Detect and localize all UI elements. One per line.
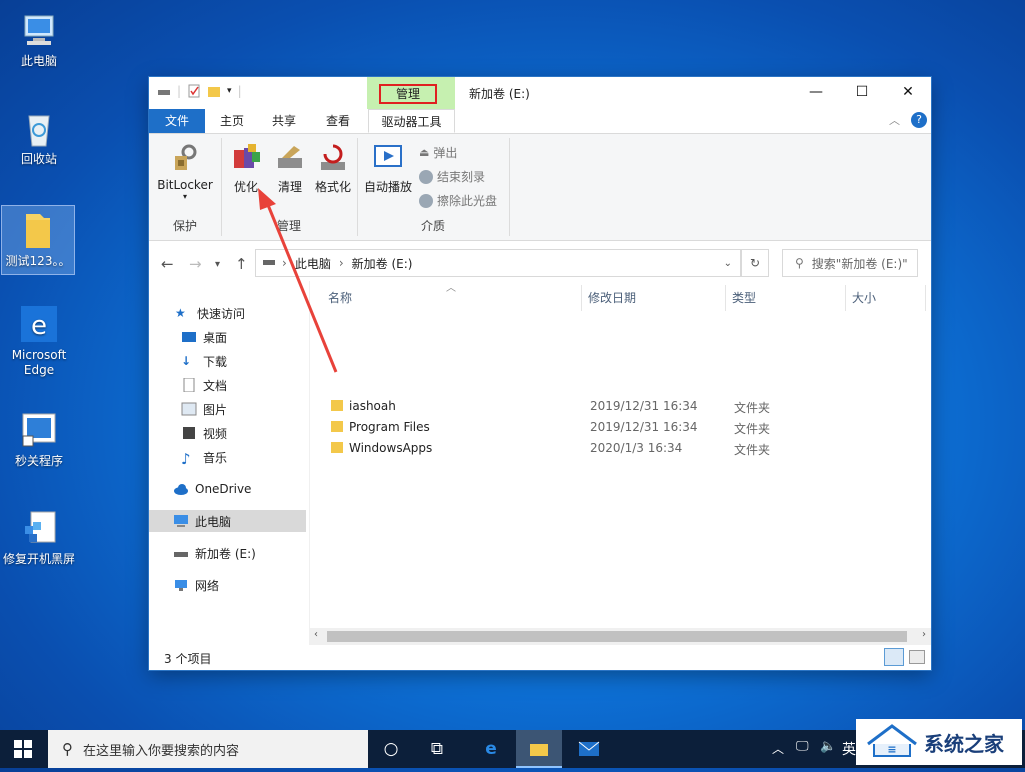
svg-text:≡: ≡: [887, 743, 896, 756]
network-tray-icon[interactable]: 🖵: [796, 739, 809, 754]
ime-indicator[interactable]: 英: [842, 739, 856, 759]
taskbar-search-box[interactable]: ⚲ 在这里输入你要搜索的内容: [48, 730, 368, 768]
watermark-text: 系统之家: [924, 731, 1004, 756]
annotation-arrow: [258, 188, 338, 373]
mail-taskbar-icon[interactable]: [566, 730, 612, 768]
cortana-icon[interactable]: ○: [368, 730, 414, 768]
edge-taskbar-icon[interactable]: e: [468, 730, 514, 768]
task-view-icon[interactable]: ⧉: [414, 730, 460, 768]
start-button[interactable]: [0, 730, 46, 768]
file-explorer-taskbar-icon[interactable]: [516, 730, 562, 768]
watermark-house-icon: ≡: [864, 722, 920, 763]
show-hidden-icons[interactable]: ︿: [772, 740, 784, 757]
volume-icon[interactable]: 🔈: [820, 739, 836, 754]
search-icon: ⚲: [62, 740, 73, 758]
taskbar-search-placeholder: 在这里输入你要搜索的内容: [83, 743, 240, 759]
watermark-logo: ≡ 系统之家: [856, 719, 1022, 765]
